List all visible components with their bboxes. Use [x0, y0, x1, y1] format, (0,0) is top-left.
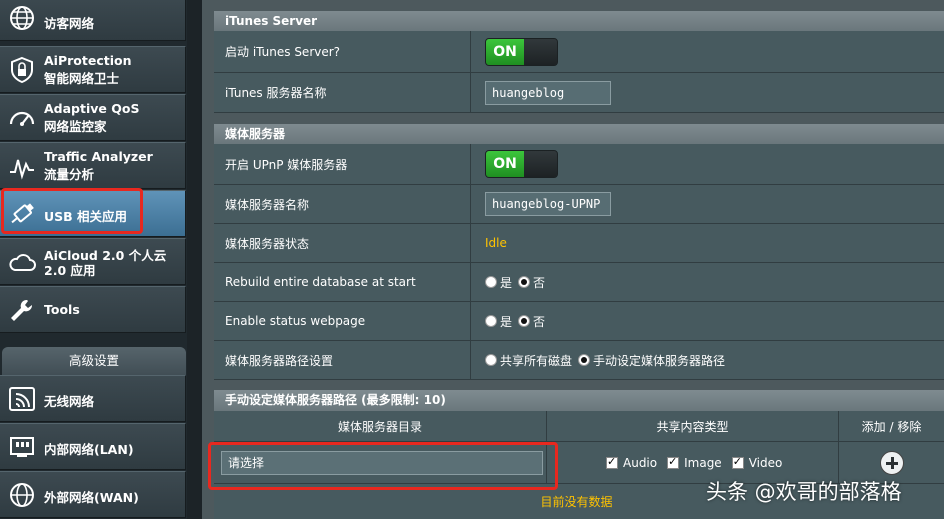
itunes-name-input[interactable]: huangeblog	[485, 80, 611, 105]
sidebar-item-label: 无线网络	[44, 394, 95, 409]
radio-circle	[518, 276, 531, 288]
column-header-content-type: 共享内容类型	[547, 411, 839, 442]
highlight-box-directory	[208, 442, 558, 490]
status-page-no-radio[interactable]: 否	[518, 313, 545, 330]
sidebar-item-wan[interactable]: 外部网络(WAN)	[0, 471, 186, 518]
rebuild-yes-radio[interactable]: 是	[485, 274, 512, 291]
globe-icon	[7, 481, 37, 509]
radio-label: 否	[533, 314, 546, 329]
field-label: 媒体服务器路径设置	[214, 341, 471, 379]
row-itunes-name: iTunes 服务器名称 huangeblog	[214, 73, 944, 113]
sidebar-item-tools[interactable]: Tools	[0, 286, 186, 333]
checkbox-label: Image	[684, 455, 722, 470]
checkbox-box	[731, 455, 744, 469]
toggle-on-label: ON	[486, 38, 524, 65]
media-server-name-input[interactable]: huangeblog-UPNP	[485, 192, 611, 216]
speedometer-icon	[7, 104, 37, 132]
type-image-checkbox[interactable]: Image	[667, 455, 722, 470]
radio-label: 是	[500, 314, 513, 329]
type-audio-checkbox[interactable]: Audio	[606, 455, 658, 470]
field-label: Enable status webpage	[214, 302, 471, 340]
sidebar-item-label: 外部网络(WAN)	[44, 490, 139, 505]
globe-icon	[7, 4, 37, 32]
lan-icon	[7, 433, 37, 461]
sidebar-item-aiprotection[interactable]: AiProtection 智能网络卫士	[0, 46, 186, 93]
sidebar-item-label: 访客网络	[44, 16, 95, 31]
sidebar-item-label: Tools	[44, 302, 80, 317]
status-page-yes-radio[interactable]: 是	[485, 313, 512, 330]
path-manual-radio[interactable]: 手动设定媒体服务器路径	[578, 352, 725, 369]
row-status-webpage: Enable status webpage 是 否	[214, 302, 944, 341]
checkbox-label: Video	[748, 455, 783, 470]
empty-data-message: 目前没有数据	[540, 495, 613, 509]
row-media-name: 媒体服务器名称 huangeblog-UPNP	[214, 185, 944, 224]
field-label: 启动 iTunes Server?	[214, 31, 471, 72]
sidebar-item-subtitle: 网络监控家	[44, 119, 107, 134]
row-rebuild-db: Rebuild entire database at start 是 否	[214, 263, 944, 302]
column-header-directory: 媒体服务器目录	[214, 411, 547, 442]
sidebar-item-label: 内部网络(LAN)	[44, 442, 134, 457]
radio-label: 共享所有磁盘	[500, 353, 573, 368]
radio-circle	[518, 315, 531, 327]
toggle-knob	[524, 151, 557, 177]
field-label: 开启 UPnP 媒体服务器	[214, 144, 471, 184]
radio-label: 是	[500, 275, 513, 290]
media-server-status: Idle	[485, 236, 507, 250]
toggle-knob	[524, 38, 557, 65]
field-label: 媒体服务器名称	[214, 185, 471, 223]
section-header-media-server: 媒体服务器	[214, 124, 944, 144]
radio-label: 否	[533, 275, 546, 290]
rebuild-no-radio[interactable]: 否	[518, 274, 545, 291]
radio-circle	[485, 276, 497, 288]
toggle-on-label: ON	[486, 151, 524, 177]
radio-circle	[578, 354, 591, 366]
row-media-status: 媒体服务器状态 Idle	[214, 224, 944, 263]
sidebar-item-traffic-analyzer[interactable]: Traffic Analyzer 流量分析	[0, 142, 186, 189]
column-header-add-remove: 添加 / 移除	[839, 411, 944, 442]
type-video-checkbox[interactable]: Video	[731, 455, 783, 470]
radio-circle	[485, 354, 497, 366]
path-all-disks-radio[interactable]: 共享所有磁盘	[485, 352, 572, 369]
row-itunes-enable: 启动 iTunes Server? ON	[214, 31, 944, 73]
field-label: Rebuild entire database at start	[214, 263, 471, 301]
checkbox-label: Audio	[623, 455, 658, 470]
sidebar-item-title: AiProtection	[44, 53, 132, 68]
itunes-enable-toggle[interactable]: ON	[485, 37, 558, 66]
sidebar-item-lan[interactable]: 内部网络(LAN)	[0, 423, 186, 470]
row-upnp-enable: 开启 UPnP 媒体服务器 ON	[214, 144, 944, 185]
sidebar-item-subtitle: 流量分析	[44, 167, 95, 182]
sidebar: 访客网络 AiProtection 智能网络卫士 Adaptive QoS 网络…	[0, 0, 187, 519]
sidebar-item-subtitle: 智能网络卫士	[44, 71, 120, 86]
advanced-settings-header: 高级设置	[2, 347, 186, 375]
checkbox-box	[667, 455, 680, 469]
sidebar-item-subtitle: 2.0 应用	[44, 263, 96, 278]
shield-lock-icon	[7, 56, 37, 84]
field-label: 媒体服务器状态	[214, 224, 471, 262]
highlight-box-usb	[1, 188, 143, 234]
checkbox-box	[606, 455, 618, 469]
add-path-button[interactable]	[879, 450, 904, 475]
upnp-enable-toggle[interactable]: ON	[485, 150, 558, 178]
section-header-itunes: iTunes Server	[214, 11, 944, 31]
sidebar-item-wireless[interactable]: 无线网络	[0, 375, 186, 422]
radio-circle	[485, 315, 497, 327]
sidebar-item-title: Adaptive QoS	[44, 101, 140, 116]
cloud-icon	[7, 248, 37, 276]
sidebar-item-title: Traffic Analyzer	[44, 149, 153, 164]
sidebar-item-guest-network[interactable]: 访客网络	[0, 0, 186, 41]
row-media-path: 媒体服务器路径设置 共享所有磁盘 手动设定媒体服务器路径	[214, 341, 944, 380]
field-label: iTunes 服务器名称	[214, 73, 471, 112]
wrench-icon	[7, 296, 37, 324]
wifi-icon	[7, 385, 37, 413]
sidebar-item-aicloud[interactable]: AiCloud 2.0 个人云 2.0 应用	[0, 238, 186, 285]
radio-label: 手动设定媒体服务器路径	[593, 353, 726, 368]
sidebar-item-adaptive-qos[interactable]: Adaptive QoS 网络监控家	[0, 94, 186, 141]
section-header-manual-path: 手动设定媒体服务器路径 (最多限制: 10)	[214, 390, 944, 411]
watermark: 头条 @欢哥的部落格	[706, 480, 902, 504]
traffic-chart-icon	[7, 152, 37, 180]
